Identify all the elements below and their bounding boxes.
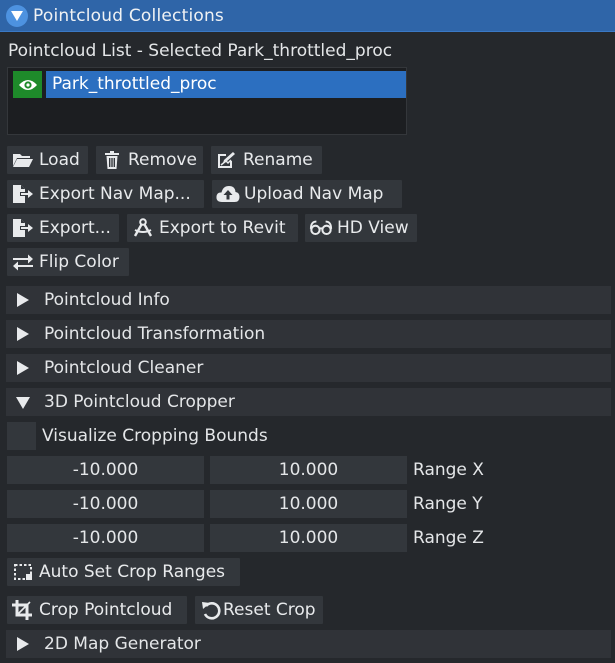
file-export-icon bbox=[11, 218, 35, 238]
visualize-cropping-checkbox[interactable] bbox=[7, 422, 36, 450]
upload-nav-map-button[interactable]: Upload Nav Map bbox=[212, 180, 402, 208]
undo-icon bbox=[199, 600, 223, 620]
remove-label: Remove bbox=[128, 150, 197, 170]
triangle-right-icon bbox=[16, 637, 30, 651]
crop-pointcloud-label: Crop Pointcloud bbox=[39, 600, 173, 620]
range-z-label: Range Z bbox=[413, 528, 484, 548]
section-pointcloud-transformation[interactable]: Pointcloud Transformation bbox=[6, 320, 611, 348]
section-2d-map-generator[interactable]: 2D Map Generator bbox=[6, 630, 611, 658]
pointcloud-listbox[interactable]: Park_throttled_proc bbox=[7, 67, 407, 135]
pointcloud-list-label: Pointcloud List - Selected Park_throttle… bbox=[8, 41, 393, 61]
cloud-upload-icon bbox=[216, 184, 240, 204]
reset-crop-button[interactable]: Reset Crop bbox=[195, 596, 323, 624]
auto-set-crop-ranges-button[interactable]: Auto Set Crop Ranges bbox=[7, 558, 240, 586]
export-nav-map-label: Export Nav Map... bbox=[39, 184, 191, 204]
upload-nav-map-label: Upload Nav Map bbox=[244, 184, 384, 204]
hd-view-button[interactable]: HD View bbox=[305, 214, 417, 242]
glasses-icon bbox=[309, 218, 333, 238]
section-title: Pointcloud Cleaner bbox=[44, 358, 204, 378]
dashed-square-icon bbox=[11, 562, 35, 582]
triangle-right-icon bbox=[16, 293, 30, 307]
range-x-min-input[interactable]: -10.000 bbox=[7, 456, 204, 484]
folder-open-icon bbox=[11, 150, 35, 170]
export-label: Export... bbox=[39, 218, 111, 238]
triangle-right-icon bbox=[16, 327, 30, 341]
section-title: 2D Map Generator bbox=[44, 634, 201, 654]
rename-label: Rename bbox=[243, 150, 313, 170]
load-button[interactable]: Load bbox=[7, 146, 88, 174]
rename-button[interactable]: Rename bbox=[211, 146, 322, 174]
range-z-max-input[interactable]: 10.000 bbox=[210, 524, 407, 552]
visibility-toggle-button[interactable] bbox=[13, 71, 42, 98]
window-title: Pointcloud Collections bbox=[33, 5, 224, 26]
edit-icon bbox=[215, 150, 239, 170]
window-title-bar[interactable]: Pointcloud Collections bbox=[0, 0, 615, 32]
range-x-label: Range X bbox=[413, 460, 484, 480]
list-item[interactable]: Park_throttled_proc bbox=[46, 71, 406, 98]
collapse-triangle-icon[interactable] bbox=[6, 4, 28, 27]
trash-icon bbox=[100, 150, 124, 170]
triangle-right-icon bbox=[16, 361, 30, 375]
reset-crop-label: Reset Crop bbox=[223, 600, 316, 620]
file-export-icon bbox=[11, 184, 35, 204]
section-pointcloud-info[interactable]: Pointcloud Info bbox=[6, 286, 611, 314]
drafting-compass-icon bbox=[131, 218, 155, 238]
export-nav-map-button[interactable]: Export Nav Map... bbox=[7, 180, 204, 208]
crop-pointcloud-button[interactable]: Crop Pointcloud bbox=[7, 596, 187, 624]
load-label: Load bbox=[39, 150, 80, 170]
export-to-revit-button[interactable]: Export to Revit bbox=[127, 214, 298, 242]
auto-set-crop-ranges-label: Auto Set Crop Ranges bbox=[39, 562, 226, 582]
triangle-down-icon bbox=[16, 395, 30, 409]
section-title: Pointcloud Info bbox=[44, 290, 170, 310]
remove-button[interactable]: Remove bbox=[96, 146, 203, 174]
flip-color-button[interactable]: Flip Color bbox=[7, 248, 129, 276]
range-y-label: Range Y bbox=[413, 494, 483, 514]
export-button[interactable]: Export... bbox=[7, 214, 119, 242]
section-pointcloud-cleaner[interactable]: Pointcloud Cleaner bbox=[6, 354, 611, 382]
range-x-max-input[interactable]: 10.000 bbox=[210, 456, 407, 484]
section-title: Pointcloud Transformation bbox=[44, 324, 266, 344]
range-z-min-input[interactable]: -10.000 bbox=[7, 524, 204, 552]
swap-arrows-icon bbox=[11, 252, 35, 272]
range-y-max-input[interactable]: 10.000 bbox=[210, 490, 407, 518]
hd-view-label: HD View bbox=[337, 218, 409, 238]
export-to-revit-label: Export to Revit bbox=[159, 218, 286, 238]
flip-color-label: Flip Color bbox=[39, 252, 119, 272]
visualize-cropping-label: Visualize Cropping Bounds bbox=[42, 426, 268, 446]
crop-icon bbox=[11, 600, 35, 620]
section-title: 3D Pointcloud Cropper bbox=[44, 392, 235, 412]
section-3d-pointcloud-cropper[interactable]: 3D Pointcloud Cropper bbox=[6, 388, 611, 416]
range-y-min-input[interactable]: -10.000 bbox=[7, 490, 204, 518]
eye-icon bbox=[18, 78, 38, 92]
